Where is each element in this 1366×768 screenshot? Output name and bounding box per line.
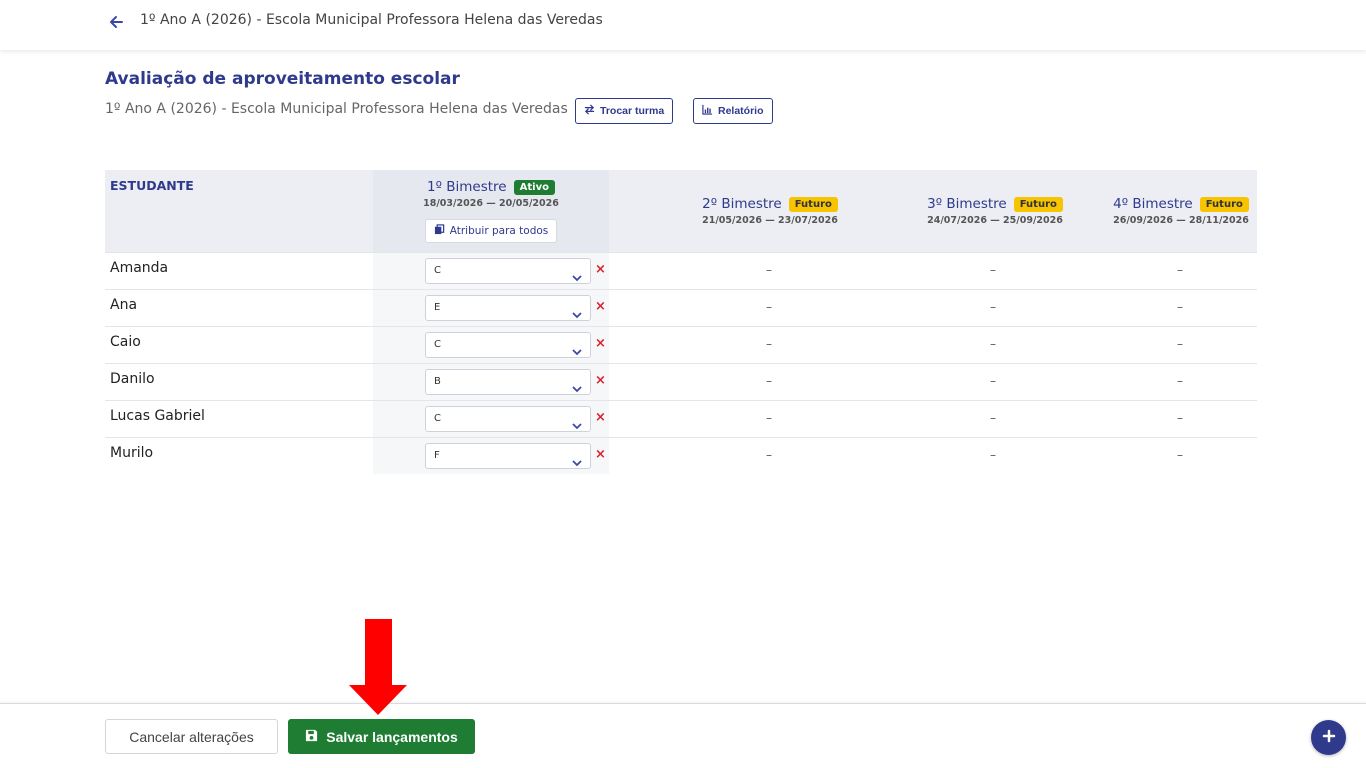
save-label: Salvar lançamentos <box>326 728 458 745</box>
chevron-down-icon <box>572 415 582 430</box>
footer-bar: Cancelar alterações Salvar lançamentos <box>0 703 1366 768</box>
chevron-down-icon <box>572 452 582 467</box>
student-name: Lucas Gabriel <box>110 408 205 424</box>
bimester-3-title: 3º Bimestre <box>927 196 1007 212</box>
plus-icon <box>1322 728 1336 747</box>
table-row: Caio C × – – – <box>105 326 1257 363</box>
chevron-down-icon <box>572 341 582 356</box>
bimester-3-dates: 24/07/2026 — 25/09/2026 <box>927 215 1063 226</box>
empty-grade: – <box>1177 411 1183 425</box>
grade-value: F <box>434 450 440 461</box>
topbar-title: 1º Ano A (2026) - Escola Municipal Profe… <box>140 12 603 28</box>
top-bar: 1º Ano A (2026) - Escola Municipal Profe… <box>0 0 1366 50</box>
swap-icon <box>584 104 595 118</box>
table-row: Lucas Gabriel C × – – – <box>105 400 1257 437</box>
bimester-4-header: 4º Bimestre Futuro 26/09/2026 — 28/11/20… <box>1105 193 1257 226</box>
switch-class-label: Trocar turma <box>600 105 665 117</box>
table-row: Ana E × – – – <box>105 289 1257 326</box>
grade-value: E <box>434 302 441 313</box>
empty-grade: – <box>766 374 772 388</box>
student-name: Danilo <box>110 371 155 387</box>
empty-grade: – <box>1177 300 1183 314</box>
grade-select[interactable]: C <box>425 406 591 432</box>
close-icon[interactable]: × <box>595 336 606 352</box>
status-badge: Ativo <box>513 179 555 195</box>
assign-all-button[interactable]: Atribuir para todos <box>424 219 558 243</box>
switch-class-button[interactable]: Trocar turma <box>575 98 674 124</box>
add-button[interactable] <box>1311 720 1346 755</box>
empty-grade: – <box>766 337 772 351</box>
close-icon[interactable]: × <box>595 410 606 426</box>
page-subtitle: 1º Ano A (2026) - Escola Municipal Profe… <box>105 101 568 117</box>
close-icon[interactable]: × <box>595 447 606 463</box>
arrow-left-icon[interactable] <box>106 12 126 32</box>
copy-icon <box>434 224 445 238</box>
chevron-down-icon <box>572 378 582 393</box>
grade-value: C <box>434 265 441 276</box>
bimester-1-header: 1º Bimestre Ativo 18/03/2026 — 20/05/202… <box>373 176 609 243</box>
empty-grade: – <box>990 263 996 277</box>
bimester-4-title: 4º Bimestre <box>1113 196 1193 212</box>
empty-grade: – <box>990 300 996 314</box>
bimester-2-dates: 21/05/2026 — 23/07/2026 <box>702 215 838 226</box>
student-name: Caio <box>110 334 141 350</box>
bimester-1-title: 1º Bimestre <box>427 179 507 195</box>
annotation-arrow-icon <box>349 619 407 715</box>
student-column-header: ESTUDANTE <box>110 178 194 193</box>
empty-grade: – <box>766 263 772 277</box>
grade-value: B <box>434 376 441 387</box>
bimester-2-title: 2º Bimestre <box>702 196 782 212</box>
chart-icon <box>702 104 713 118</box>
empty-grade: – <box>990 374 996 388</box>
empty-grade: – <box>766 300 772 314</box>
assign-all-label: Atribuir para todos <box>449 225 549 237</box>
empty-grade: – <box>990 448 996 462</box>
grade-select[interactable]: F <box>425 443 591 469</box>
student-name: Murilo <box>110 445 154 461</box>
empty-grade: – <box>766 448 772 462</box>
empty-grade: – <box>1177 263 1183 277</box>
close-icon[interactable]: × <box>595 262 606 278</box>
bimester-2-header: 2º Bimestre Futuro 21/05/2026 — 23/07/20… <box>670 193 870 226</box>
report-button[interactable]: Relatório <box>693 98 773 124</box>
empty-grade: – <box>1177 337 1183 351</box>
close-icon[interactable]: × <box>595 373 606 389</box>
status-badge: Futuro <box>1013 196 1063 212</box>
save-button[interactable]: Salvar lançamentos <box>288 719 475 754</box>
cancel-button[interactable]: Cancelar alterações <box>105 719 278 754</box>
bimester-4-dates: 26/09/2026 — 28/11/2026 <box>1113 215 1249 226</box>
empty-grade: – <box>766 411 772 425</box>
page-title: Avaliação de aproveitamento escolar <box>105 69 460 89</box>
student-name: Ana <box>110 297 138 313</box>
bimester-3-header: 3º Bimestre Futuro 24/07/2026 — 25/09/20… <box>895 193 1095 226</box>
table-header: ESTUDANTE 1º Bimestre Ativo 18/03/2026 —… <box>105 170 1257 252</box>
grade-value: C <box>434 339 441 350</box>
chevron-down-icon <box>572 304 582 319</box>
grade-select[interactable]: C <box>425 332 591 358</box>
grades-table: ESTUDANTE 1º Bimestre Ativo 18/03/2026 —… <box>105 170 1257 474</box>
student-name: Amanda <box>110 260 169 276</box>
grade-select[interactable]: B <box>425 369 591 395</box>
table-row: Amanda C × – – – <box>105 252 1257 289</box>
empty-grade: – <box>990 337 996 351</box>
empty-grade: – <box>1177 448 1183 462</box>
grade-select[interactable]: E <box>425 295 591 321</box>
status-badge: Futuro <box>788 196 838 212</box>
grade-select[interactable]: C <box>425 258 591 284</box>
table-row: Murilo F × – – – <box>105 437 1257 474</box>
close-icon[interactable]: × <box>595 299 606 315</box>
empty-grade: – <box>990 411 996 425</box>
bimester-1-dates: 18/03/2026 — 20/05/2026 <box>423 198 559 209</box>
save-icon <box>305 729 318 745</box>
status-badge: Futuro <box>1199 196 1249 212</box>
grade-value: C <box>434 413 441 424</box>
table-row: Danilo B × – – – <box>105 363 1257 400</box>
chevron-down-icon <box>572 267 582 282</box>
empty-grade: – <box>1177 374 1183 388</box>
report-label: Relatório <box>718 105 764 117</box>
